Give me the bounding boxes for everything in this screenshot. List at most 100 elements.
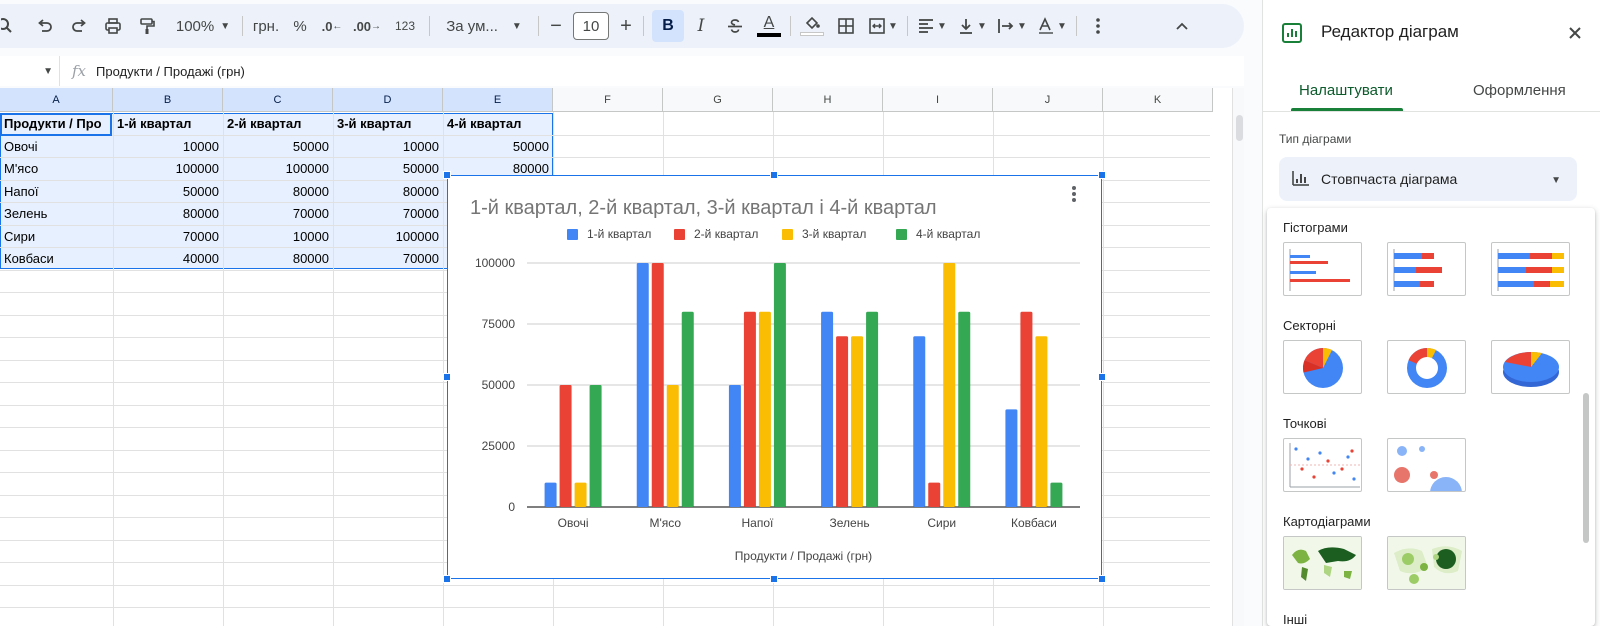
resize-handle[interactable] — [443, 373, 451, 381]
geo-chart-thumbnail[interactable] — [1283, 536, 1362, 590]
paint-format-icon[interactable] — [130, 10, 164, 42]
vertical-align-icon[interactable]: ▼ — [952, 10, 992, 42]
undo-icon[interactable] — [28, 10, 62, 42]
cell[interactable]: 10000 — [113, 136, 223, 158]
column-header-d[interactable]: D — [333, 88, 443, 112]
resize-handle[interactable] — [1098, 171, 1106, 179]
cell[interactable]: 40000 — [113, 248, 223, 270]
print-icon[interactable] — [96, 10, 130, 42]
cell[interactable]: 10000 — [333, 136, 443, 158]
column-header-b[interactable]: B — [113, 88, 223, 112]
chevron-down-icon: ▼ — [511, 20, 522, 32]
resize-handle[interactable] — [770, 575, 778, 583]
chart-type-select[interactable]: Стовпчаста діаграма ▼ — [1279, 157, 1577, 201]
text-color-button[interactable]: A — [752, 10, 786, 42]
cell[interactable]: Зелень — [0, 203, 113, 225]
close-icon[interactable] — [1564, 22, 1586, 44]
fill-color-icon[interactable] — [795, 10, 829, 42]
donut-chart-thumbnail[interactable] — [1387, 340, 1466, 394]
strikethrough-icon[interactable] — [718, 10, 752, 42]
cell[interactable]: 70000 — [113, 226, 223, 248]
column-header-j[interactable]: J — [993, 88, 1103, 112]
formula-input[interactable]: Продукти / Продажі (грн) — [96, 64, 245, 79]
font-size-decrease-button[interactable]: − — [543, 10, 569, 42]
cell[interactable]: 50000 — [443, 136, 553, 158]
column-header-g[interactable]: G — [663, 88, 773, 112]
cell[interactable]: 80000 — [223, 181, 333, 203]
scrollbar-thumb[interactable] — [1236, 115, 1243, 141]
font-select[interactable]: За ум... ▼ — [434, 10, 534, 42]
decrease-decimal-label: .0 — [321, 18, 333, 34]
stacked-bar-thumbnail[interactable] — [1387, 242, 1466, 296]
cell[interactable]: 70000 — [333, 203, 443, 225]
italic-button[interactable]: I — [684, 10, 718, 42]
stacked-bar-100-thumbnail[interactable] — [1491, 242, 1570, 296]
embedded-chart[interactable]: 1-й квартал, 2-й квартал, 3-й квартал і … — [447, 175, 1102, 579]
cell[interactable]: Напої — [0, 181, 113, 203]
cell[interactable]: Ковбаси — [0, 248, 113, 270]
collapse-toolbar-icon[interactable] — [1165, 10, 1199, 42]
more-options-icon[interactable] — [1081, 10, 1115, 42]
cell[interactable]: Овочі — [0, 136, 113, 158]
name-box-dropdown[interactable]: ▼ — [0, 56, 60, 86]
cell[interactable]: М'ясо — [0, 158, 113, 180]
cell[interactable]: 1-й квартал — [113, 113, 223, 135]
cell[interactable]: 4-й квартал — [443, 113, 553, 135]
cell[interactable]: 100000 — [113, 158, 223, 180]
resize-handle[interactable] — [1098, 575, 1106, 583]
geo-bubble-thumbnail[interactable] — [1387, 536, 1466, 590]
cell[interactable]: 10000 — [223, 226, 333, 248]
bold-button[interactable]: B — [652, 10, 684, 42]
text-wrap-icon[interactable]: ▼ — [992, 10, 1032, 42]
cell[interactable]: 3-й квартал — [333, 113, 443, 135]
column-header-k[interactable]: K — [1103, 88, 1213, 112]
number-format-button[interactable]: 123 — [385, 10, 425, 42]
cell[interactable]: 70000 — [333, 248, 443, 270]
redo-icon[interactable] — [62, 10, 96, 42]
cell[interactable]: Сири — [0, 226, 113, 248]
column-header-h[interactable]: H — [773, 88, 883, 112]
cell[interactable]: 80000 — [113, 203, 223, 225]
resize-handle[interactable] — [443, 575, 451, 583]
pie-chart-thumbnail[interactable] — [1283, 340, 1362, 394]
borders-icon[interactable] — [829, 10, 863, 42]
horizontal-align-icon[interactable]: ▼ — [912, 10, 952, 42]
resize-handle[interactable] — [770, 171, 778, 179]
cell[interactable]: 80000 — [223, 248, 333, 270]
increase-decimal-button[interactable]: .00 → — [349, 10, 385, 42]
column-header-i[interactable]: I — [883, 88, 993, 112]
cell[interactable]: 100000 — [223, 158, 333, 180]
font-size-increase-button[interactable]: + — [613, 10, 639, 42]
cell[interactable]: 100000 — [333, 226, 443, 248]
scatter-chart-thumbnail[interactable] — [1283, 438, 1362, 492]
tab-customize[interactable]: Оформлення — [1473, 82, 1566, 99]
bar-chart-thumbnail[interactable] — [1283, 242, 1362, 296]
column-header-f[interactable]: F — [553, 88, 663, 112]
tab-setup[interactable]: Налаштувати — [1299, 82, 1393, 99]
resize-handle[interactable] — [1098, 373, 1106, 381]
font-size-input[interactable]: 10 — [573, 12, 609, 40]
dropdown-scrollbar[interactable] — [1583, 393, 1589, 543]
column-header-c[interactable]: C — [223, 88, 333, 112]
column-header-a[interactable]: A — [0, 88, 113, 112]
cell[interactable]: 50000 — [223, 136, 333, 158]
cell[interactable]: 80000 — [333, 181, 443, 203]
cell[interactable]: 70000 — [223, 203, 333, 225]
bubble-chart-thumbnail[interactable] — [1387, 438, 1466, 492]
vertical-scrollbar[interactable] — [1232, 88, 1244, 626]
search-icon[interactable] — [0, 10, 16, 42]
cell[interactable]: 50000 — [333, 158, 443, 180]
currency-button[interactable]: грн. — [247, 10, 285, 42]
3d-pie-chart-thumbnail[interactable] — [1491, 340, 1570, 394]
merge-cells-icon[interactable]: ▼ — [863, 10, 903, 42]
column-header-e[interactable]: E — [443, 88, 553, 112]
resize-handle[interactable] — [443, 171, 451, 179]
percent-button[interactable]: % — [285, 10, 315, 42]
category-geo: Картодіаграми — [1283, 514, 1371, 529]
text-rotation-icon[interactable]: ▼ — [1032, 10, 1072, 42]
x-tick-label: Напої — [741, 516, 774, 530]
cell[interactable]: 50000 — [113, 181, 223, 203]
decrease-decimal-button[interactable]: .0 ← — [315, 10, 349, 42]
zoom-select[interactable]: 100% ▼ — [168, 10, 238, 42]
cell[interactable]: 2-й квартал — [223, 113, 333, 135]
